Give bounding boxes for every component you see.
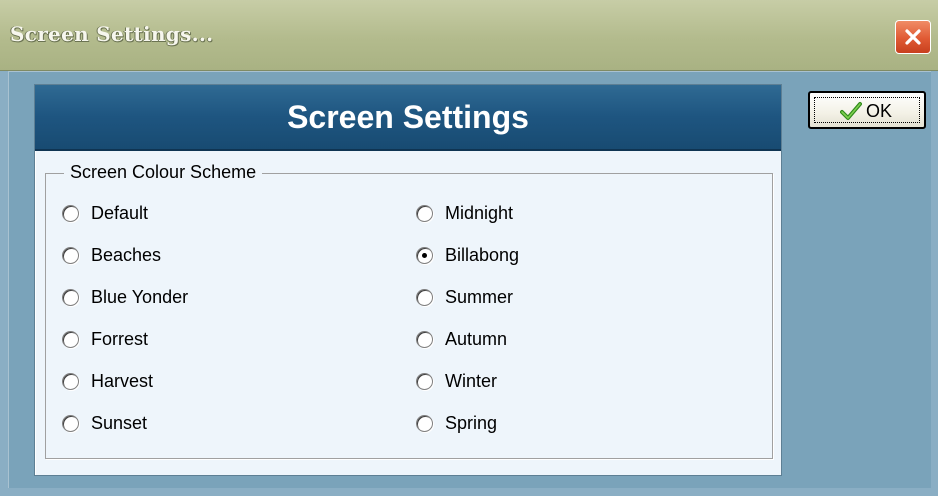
radio-summer[interactable]: Summer	[416, 285, 513, 309]
group-label: Screen Colour Scheme	[64, 162, 263, 183]
radio-autumn[interactable]: Autumn	[416, 327, 507, 351]
radio-label: Summer	[445, 286, 514, 307]
colour-scheme-group: Screen Colour Scheme Default Beaches Blu…	[45, 162, 773, 459]
radio-blue-yonder[interactable]: Blue Yonder	[62, 285, 188, 309]
radio-midnight[interactable]: Midnight	[416, 201, 513, 225]
radio-spring[interactable]: Spring	[416, 411, 497, 435]
radio-forrest[interactable]: Forrest	[62, 327, 148, 351]
panel-heading: Screen Settings	[287, 99, 529, 135]
radio-sunset[interactable]: Sunset	[62, 411, 147, 435]
radio-circle[interactable]	[62, 414, 79, 432]
radio-circle[interactable]	[62, 372, 79, 390]
radio-label: Beaches	[91, 244, 162, 265]
radio-label: Midnight	[445, 202, 514, 223]
radio-label: Default	[91, 202, 149, 223]
radio-label: Spring	[445, 412, 498, 433]
ok-button[interactable]: OK	[808, 91, 926, 129]
radio-harvest[interactable]: Harvest	[62, 369, 153, 393]
close-icon	[905, 29, 921, 45]
radio-label: Blue Yonder	[91, 286, 189, 307]
radio-circle[interactable]	[416, 372, 433, 390]
radio-default[interactable]: Default	[62, 201, 148, 225]
radio-circle[interactable]	[62, 204, 79, 222]
radio-winter[interactable]: Winter	[416, 369, 497, 393]
radio-label: Harvest	[91, 370, 154, 391]
radio-billabong[interactable]: Billabong	[416, 243, 519, 267]
checkmark-icon	[840, 102, 862, 120]
close-button[interactable]	[895, 20, 931, 54]
radio-label: Winter	[445, 370, 498, 391]
radio-beaches[interactable]: Beaches	[62, 243, 161, 267]
radio-label: Forrest	[91, 328, 149, 349]
radio-circle[interactable]	[62, 288, 79, 306]
radio-circle-selected[interactable]	[416, 246, 433, 264]
radio-circle[interactable]	[62, 330, 79, 348]
radio-label: Autumn	[445, 328, 508, 349]
window-title: Screen Settings...	[10, 22, 214, 46]
radio-label: Sunset	[91, 412, 148, 433]
radio-circle[interactable]	[416, 288, 433, 306]
title-bar[interactable]: Screen Settings...	[0, 0, 938, 71]
radio-circle[interactable]	[62, 246, 79, 264]
panel-header: Screen Settings	[35, 85, 781, 151]
radio-label: Billabong	[445, 244, 520, 265]
dialog-window: Screen Settings... Screen Settings Scree…	[0, 0, 938, 496]
radio-circle[interactable]	[416, 414, 433, 432]
ok-label: OK	[866, 101, 893, 121]
radio-circle[interactable]	[416, 204, 433, 222]
radio-circle[interactable]	[416, 330, 433, 348]
settings-panel: Screen Settings Screen Colour Scheme Def…	[34, 84, 782, 476]
